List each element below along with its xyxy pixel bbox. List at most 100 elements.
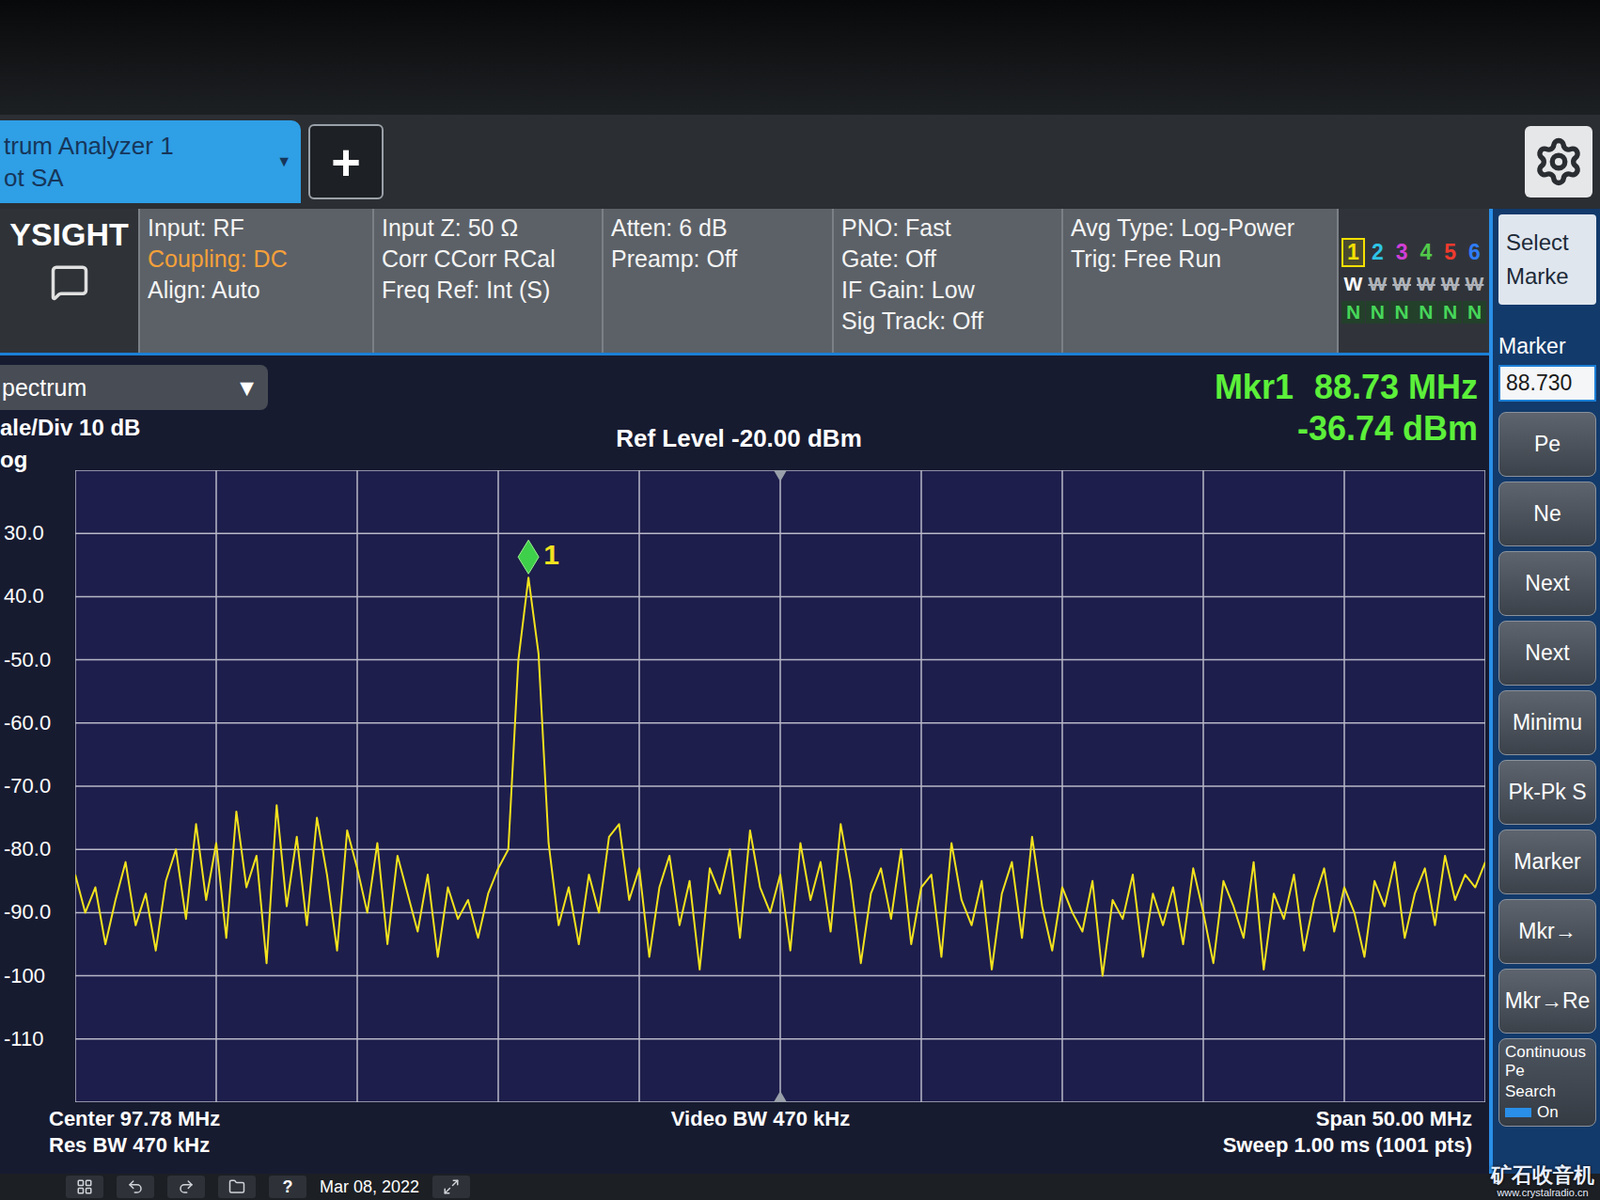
marker-field-label: Marker (1498, 333, 1597, 360)
trace-line (75, 577, 1486, 975)
folder-icon (228, 1177, 246, 1195)
settings-item: Sig Track: Off (841, 305, 1054, 337)
date: Mar 08, 2022 (319, 1176, 420, 1197)
y-tick-label: 40.0 (0, 564, 76, 628)
footer-left: Center 97.78 MHzRes BW 470 kHz (48, 1105, 672, 1159)
settings-item: Preamp: Off (611, 243, 825, 275)
help-button[interactable]: ? (268, 1175, 307, 1198)
spectrum-chart: 1 (75, 470, 1486, 1102)
softkey[interactable]: Mkr→Re (1498, 968, 1597, 1034)
trace-number[interactable]: 4 (1413, 237, 1438, 267)
panel-footer: Center 97.78 MHzRes BW 470 kHzVideo BW 4… (0, 1101, 1490, 1174)
marker-entry: Marker 88.730 (1498, 309, 1597, 408)
settings-item: Freq Ref: Int (S) (381, 274, 595, 306)
marker-field[interactable]: 88.730 (1498, 364, 1597, 402)
trace-number[interactable]: 5 (1438, 237, 1462, 267)
y-tick-label: -110 (0, 1006, 76, 1070)
footer-text: Span 50.00 MHz (1316, 1105, 1473, 1132)
y-axis: 30.040.0-50.0-60.0-70.0-80.0-90.0-100-11… (0, 470, 76, 1102)
trace-detector: N (1390, 300, 1414, 324)
settings-item: Coupling: DC (147, 243, 365, 275)
settings-item: Atten: 6 dB (611, 212, 825, 244)
trace-indicator[interactable]: 123456 WWWWWW NNNNNN (1336, 208, 1490, 353)
softkey[interactable]: Next (1498, 620, 1597, 686)
select-marker-key[interactable]: SelectMarke (1498, 214, 1597, 305)
softkey-label: Continuous Pe (1505, 1042, 1590, 1081)
trace-number[interactable]: 3 (1390, 237, 1414, 267)
grid-line (75, 974, 1486, 977)
trace-mode: W (1341, 272, 1365, 296)
settings-column[interactable]: PNO: FastGate: OffIF Gain: LowSig Track:… (831, 208, 1062, 353)
softkey[interactable]: Next (1498, 550, 1597, 616)
settings-column[interactable]: Avg Type: Log-PowerTrig: Free Run (1061, 208, 1337, 353)
undo-icon (126, 1177, 144, 1195)
softkey-label: Marke (1505, 259, 1589, 294)
grid-line (75, 911, 1486, 914)
footer-text: Center 97.78 MHz (48, 1105, 672, 1132)
softkey[interactable]: Minimu (1498, 690, 1597, 755)
screen-bezel (0, 0, 1600, 115)
grid-icon (76, 1177, 94, 1195)
chart-ground (75, 470, 1486, 1102)
grid-line (75, 658, 1486, 661)
settings-bar: YSIGHTInput: RFCoupling: DCAlign: AutoIn… (0, 208, 1490, 353)
grid-line (75, 596, 1486, 598)
trace-number[interactable]: 1 (1341, 237, 1365, 267)
tab-arrow[interactable]: ▼ (276, 145, 292, 178)
maximize-button[interactable] (432, 1175, 471, 1198)
settings-item: Gate: Off (841, 243, 1054, 275)
brand-logo: YSIGHT (0, 208, 139, 353)
undo-button[interactable] (116, 1175, 155, 1198)
toggle[interactable]: On (1505, 1102, 1590, 1122)
windows-button[interactable] (65, 1175, 104, 1198)
footer-right: Span 50.00 MHzSweep 1.00 ms (1001 pts) (849, 1105, 1473, 1159)
settings-item: PNO: Fast (841, 212, 1054, 244)
trace-detector: N (1438, 300, 1462, 324)
y-tick-label: -50.0 (0, 627, 76, 691)
settings-column[interactable]: Atten: 6 dBPreamp: Off (601, 208, 832, 353)
continuous-search-key[interactable]: Continuous PeSearchOn (1498, 1037, 1597, 1127)
analyzer-tab[interactable]: trum Analyzer 1ot SA ▼ (0, 120, 301, 204)
tab-label-line: trum Analyzer 1 (3, 129, 174, 162)
watermark-name: 矿石收音机 (1490, 1163, 1595, 1187)
trace-mode-row: WWWWWW (1341, 272, 1487, 296)
softkey[interactable]: Mkr→ (1498, 898, 1597, 964)
trace-number[interactable]: 2 (1365, 237, 1390, 267)
new-tab-button[interactable]: + (308, 124, 384, 200)
message-icon[interactable] (49, 262, 90, 302)
marker-diamond-icon[interactable] (517, 539, 539, 574)
settings-button[interactable] (1524, 125, 1593, 198)
softkey[interactable]: Ne (1498, 481, 1597, 547)
y-tick-label: -100 (0, 943, 76, 1007)
trace-detector-row: NNNNNN (1341, 300, 1487, 324)
gear-icon (1533, 136, 1585, 188)
settings-item: Corr CCorr RCal (381, 243, 595, 275)
panel-header: pectrum▼ale/Div 10 dBogRef Level -20.00 … (0, 355, 1490, 471)
softkey[interactable]: Pe (1498, 411, 1597, 477)
trace-number[interactable]: 6 (1462, 237, 1487, 267)
settings-column[interactable]: Input: RFCoupling: DCAlign: Auto (138, 208, 373, 353)
display-line-marker-icon (773, 470, 787, 482)
trace-mode: W (1413, 272, 1438, 296)
y-tick-label: -90.0 (0, 880, 76, 944)
trace-mode: W (1390, 272, 1414, 296)
softkey[interactable]: Pk-Pk S (1498, 759, 1597, 825)
main-column: YSIGHTInput: RFCoupling: DCAlign: AutoIn… (0, 208, 1490, 1174)
view-select[interactable]: pectrum▼ (0, 364, 268, 410)
maximize-icon (442, 1177, 460, 1195)
settings-column[interactable]: Input Z: 50 ΩCorr CCorr RCalFreq Ref: In… (372, 208, 602, 353)
trace-detector: N (1413, 300, 1438, 324)
trace-detector: N (1462, 300, 1487, 324)
ref-level: Ref Level -20.00 dBm (615, 423, 863, 474)
spectrum-panel: pectrum▼ale/Div 10 dBogRef Level -20.00 … (0, 352, 1490, 1174)
trace-number-row: 123456 (1341, 237, 1487, 267)
softkey-label: Select (1505, 225, 1589, 260)
file-button[interactable] (218, 1175, 256, 1198)
brand-text: YSIGHT (9, 216, 129, 253)
redo-button[interactable] (167, 1175, 205, 1198)
tab-label-line: ot SA (3, 161, 174, 194)
instrument-body: YSIGHTInput: RFCoupling: DCAlign: AutoIn… (0, 208, 1600, 1174)
y-tick-label: -70.0 (0, 753, 76, 817)
softkey[interactable]: Marker (1498, 829, 1597, 895)
y-tick-label: 30.0 (0, 501, 76, 565)
